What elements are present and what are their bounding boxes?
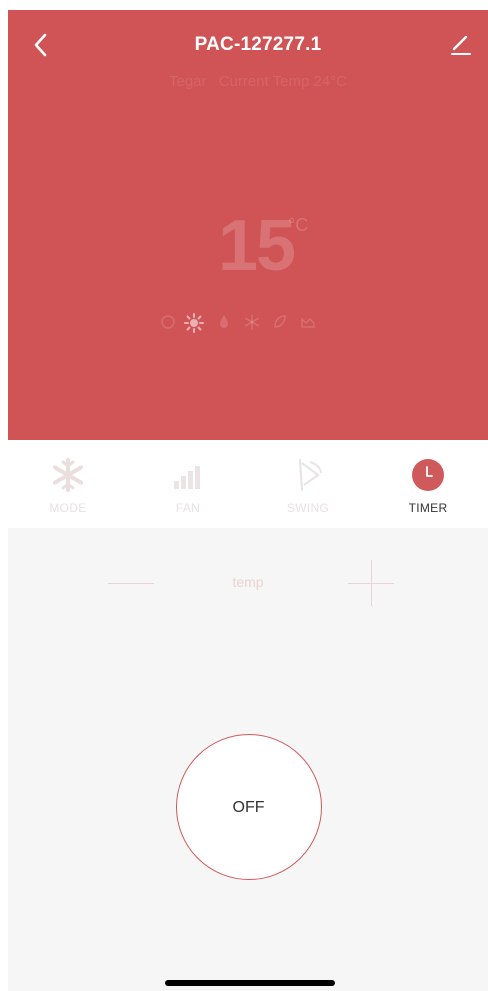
power-button[interactable]: OFF — [176, 734, 322, 880]
temp-increase-button[interactable] — [348, 560, 396, 608]
sun-icon — [184, 313, 204, 333]
power-button-label: OFF — [232, 799, 265, 816]
device-name-label: Tegar — [169, 73, 207, 90]
temp-adjust-label: temp — [232, 574, 264, 590]
auto-mode-icon — [161, 315, 175, 329]
tab-timer[interactable]: TIMER — [368, 440, 488, 528]
pencil-icon — [451, 35, 471, 55]
hero-panel: PAC-127277.1 Tegar Current Temp 24°C 15 … — [8, 10, 488, 440]
tab-fan-label: FAN — [175, 501, 201, 515]
drop-icon — [220, 315, 228, 328]
chevron-left-icon — [34, 33, 47, 57]
tab-fan[interactable]: FAN — [128, 440, 248, 528]
swing-icon — [298, 458, 322, 492]
temperature-unit: °C — [288, 215, 309, 235]
tab-swing[interactable]: SWING — [248, 440, 368, 528]
minus-icon — [108, 583, 154, 584]
leaf-icon — [274, 315, 286, 328]
fan-icon — [301, 317, 315, 328]
clock-icon — [412, 459, 444, 491]
controls-panel: temp OFF — [8, 528, 488, 991]
device-title: PAC-127277.1 — [194, 34, 322, 55]
moon-icon — [335, 316, 341, 328]
back-button[interactable] — [28, 30, 56, 60]
home-indicator[interactable] — [165, 980, 335, 986]
snowflake-icon — [53, 458, 83, 492]
temp-decrease-button[interactable] — [108, 572, 158, 596]
edit-button[interactable] — [448, 32, 474, 58]
tab-timer-label: TIMER — [408, 501, 448, 515]
current-temp-info: Tegar Current Temp 24°C — [68, 73, 448, 90]
fan-bars-icon — [174, 466, 200, 489]
tab-mode-label: MODE — [49, 501, 87, 515]
set-temperature-value: 15 — [218, 206, 296, 286]
current-temp-label: Current Temp 24°C — [218, 73, 347, 90]
tab-swing-label: SWING — [286, 501, 330, 515]
function-tabbar: MODE FAN SWING TIMER — [8, 440, 488, 528]
mode-status-icons — [158, 312, 358, 334]
snowflake-icon — [245, 314, 259, 330]
tab-mode[interactable]: MODE — [8, 440, 128, 528]
set-temperature-display: 15 °C — [208, 200, 328, 310]
